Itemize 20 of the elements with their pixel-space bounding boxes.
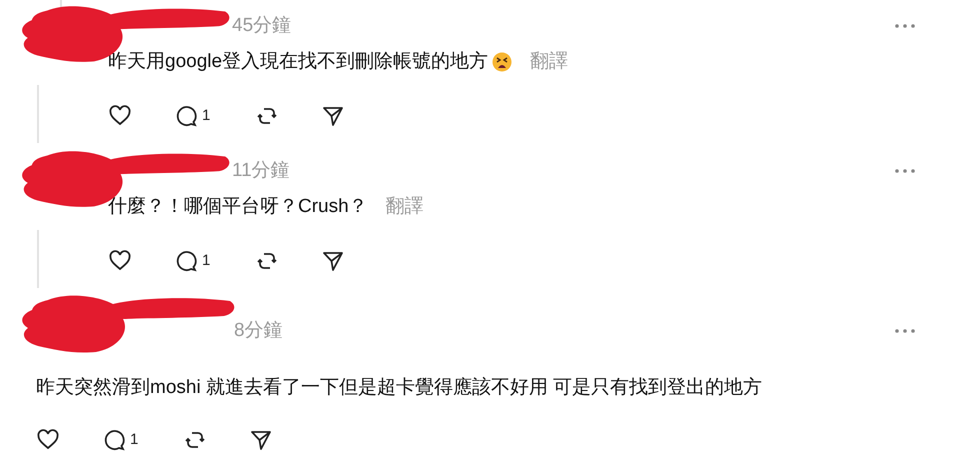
heart-icon xyxy=(108,249,132,273)
send-icon xyxy=(321,104,345,128)
timestamp: 11分鐘 xyxy=(232,158,290,183)
timestamp: 45分鐘 xyxy=(232,14,292,38)
heart-icon xyxy=(36,428,60,452)
comment-text: 什麼？！哪個平台呀？Crush？ xyxy=(108,194,368,219)
timestamp: 8分鐘 xyxy=(234,318,283,343)
more-icon xyxy=(895,169,915,173)
more-icon xyxy=(895,329,915,333)
comment-text: 昨天突然滑到moshi 就進去看了一下但是超卡覺得應該不好用 可是只有找到登出的地方 xyxy=(36,376,762,400)
reply-button[interactable]: 1 xyxy=(174,98,255,134)
reply-button[interactable]: 1 xyxy=(102,422,183,458)
send-icon xyxy=(249,428,273,452)
heart-icon xyxy=(108,104,132,128)
more-icon xyxy=(895,24,915,28)
speech-bubble-icon xyxy=(102,428,126,452)
speech-bubble-icon xyxy=(174,249,198,273)
reply-button[interactable]: 1 xyxy=(174,243,255,279)
send-icon xyxy=(321,249,345,273)
speech-bubble-icon xyxy=(174,104,198,128)
